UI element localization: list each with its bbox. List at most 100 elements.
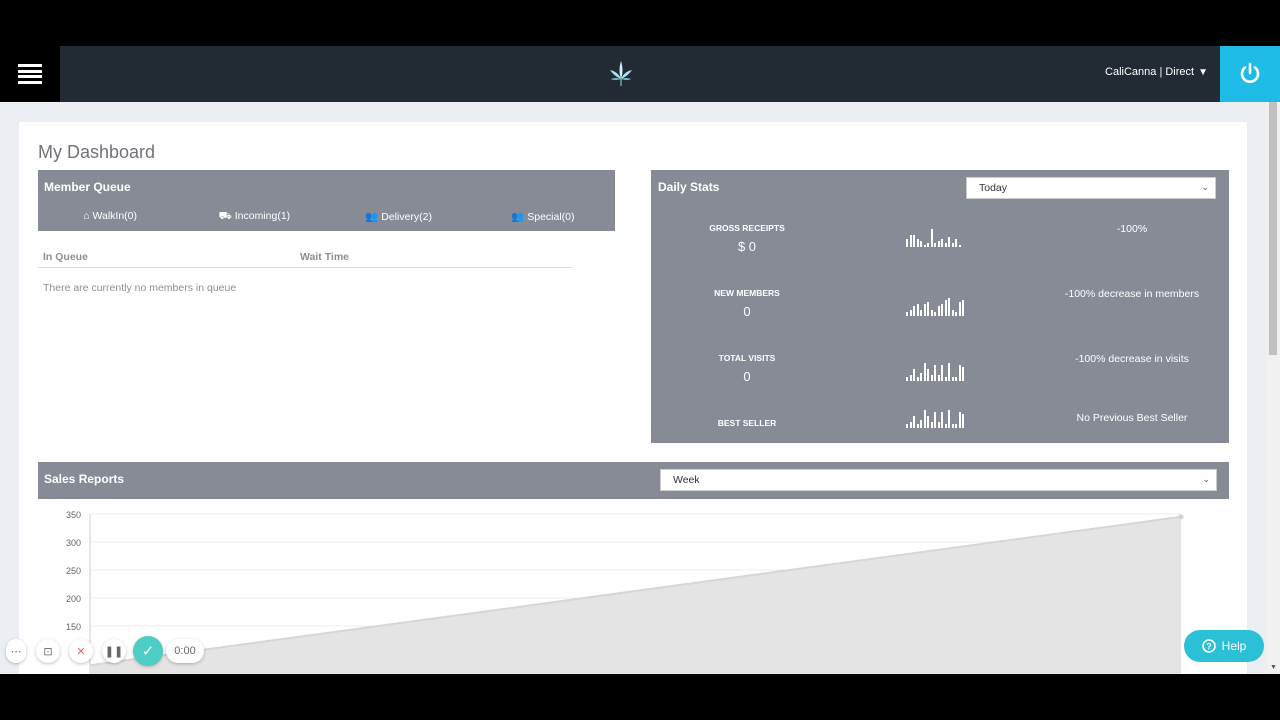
account-label: CaliCanna | Direct [1105, 66, 1195, 78]
sparkline-bar [955, 312, 957, 316]
sales-reports-period-select[interactable]: Week ⌄ [660, 469, 1217, 491]
sparkline-bar [906, 312, 908, 316]
sparkline [906, 408, 974, 428]
page-title: My Dashboard [38, 142, 156, 162]
question-circle-icon: ? [1201, 639, 1216, 653]
scroll-down-arrow-icon[interactable]: ▼ [1270, 664, 1277, 671]
sparkline-bar [934, 312, 936, 316]
sparkline-bar [906, 424, 908, 428]
y-tick-label: 200 [66, 594, 81, 604]
sparkline-bar [951, 310, 954, 316]
home-icon: ⌂ [83, 210, 90, 222]
sparkline-bar [951, 424, 954, 428]
app-viewport: CaliCanna | Direct ▼ My Dashboard Member… [0, 46, 1280, 674]
menu-toggle-button[interactable] [0, 46, 60, 102]
sparkline-bar [923, 363, 926, 381]
sparkline-bar [944, 243, 947, 247]
y-tick-label: 150 [66, 622, 81, 632]
tab-label: Special(0) [527, 211, 575, 223]
sparkline-bar [958, 245, 961, 247]
tab-label: WalkIn(0) [92, 210, 138, 222]
recorder-pause-button[interactable]: ❚❚ [102, 639, 126, 663]
recorder-camera-button[interactable]: ⊡ [36, 639, 60, 663]
sparkline-bar [930, 229, 933, 247]
stat-value: 0 [743, 369, 751, 384]
sparkline [906, 227, 974, 247]
sparkline-bar [944, 424, 947, 428]
stat-note: -100% decrease in visits [1075, 353, 1189, 365]
stat-note: -100% [1116, 223, 1148, 235]
sparkline-bar [955, 377, 957, 381]
sparkline-bar [934, 412, 936, 428]
column-header-in-queue: In Queue [43, 251, 88, 263]
account-dropdown[interactable]: CaliCanna | Direct ▼ [1105, 66, 1208, 78]
sales-reports-period-value: Week [673, 474, 700, 486]
cart-icon: ⛟ [218, 210, 232, 222]
vertical-scrollbar[interactable]: ▼ [1266, 102, 1280, 674]
member-queue-title: Member Queue [44, 180, 131, 194]
stat-label: GROSS RECEIPTS [709, 223, 785, 233]
recorder-finish-button[interactable]: ✓ [133, 636, 163, 666]
sparkline-bar [951, 243, 954, 247]
daily-stats-panel: Daily Stats Today ⌄ GROSS RECEIPTS $ 0 -… [651, 170, 1229, 443]
sparkline-bar [930, 422, 933, 428]
recorder-more-button[interactable]: ⋯ [6, 639, 26, 663]
help-label: Help [1221, 639, 1247, 653]
sparkline-bar [948, 363, 950, 381]
sparkline-bar [927, 416, 929, 428]
tab-incoming[interactable]: ⛟ Incoming(1) [182, 210, 326, 224]
daily-stats-title: Daily Stats [658, 180, 720, 194]
tab-special[interactable]: 👥 Special(0) [471, 210, 615, 224]
sparkline-bar [941, 412, 943, 428]
sparkline-bar [913, 306, 915, 316]
sparkline-bar [909, 422, 912, 428]
hamburger-icon [18, 64, 42, 84]
check-icon: ✓ [141, 643, 155, 660]
queue-tabs: ⌂ WalkIn(0) ⛟ Incoming(1) 👥 Delivery(2) … [38, 210, 615, 235]
sales-point[interactable] [1178, 514, 1184, 520]
logout-button[interactable] [1220, 46, 1280, 102]
chevron-down-icon: ⌄ [1201, 182, 1209, 192]
sparkline-bar [948, 237, 950, 247]
sales-reports-title: Sales Reports [44, 472, 125, 486]
sparkline-bar [955, 424, 957, 428]
tab-delivery[interactable]: 👥 Delivery(2) [327, 210, 471, 224]
scrollbar-thumb[interactable] [1269, 102, 1277, 355]
sparkline-bar [923, 304, 926, 316]
sparkline-bar [958, 365, 961, 381]
sparkline-bar [916, 239, 919, 247]
sparkline-bar [909, 235, 912, 247]
queue-table-header: In Queue Wait Time [38, 248, 572, 268]
stat-note: No Previous Best Seller [1076, 412, 1188, 424]
stat-label: BEST SELLER [717, 418, 777, 428]
sparkline-bar [930, 310, 933, 316]
sparkline-bar [927, 302, 929, 316]
tab-label: Incoming(1) [234, 210, 291, 222]
camera-icon: ⊡ [43, 645, 53, 658]
queue-table: In Queue Wait Time [38, 248, 572, 268]
daily-stats-period-select[interactable]: Today ⌄ [966, 177, 1216, 199]
sparkline [906, 296, 974, 316]
svg-text:?: ? [1206, 642, 1212, 652]
sparkline-bar [937, 241, 940, 247]
sparkline-bar [913, 416, 915, 428]
sparkline-bar [923, 245, 926, 247]
users-icon: 👥 [511, 211, 525, 223]
sparkline-bar [962, 300, 964, 316]
sparkline-bar [920, 310, 922, 316]
sparkline-bar [934, 365, 936, 381]
sparkline-bar [920, 373, 922, 381]
stat-label: NEW MEMBERS [714, 288, 780, 298]
y-tick-label: 250 [66, 566, 81, 576]
sparkline-bar [958, 412, 961, 428]
sparkline-bar [941, 304, 943, 316]
recorder-cancel-button[interactable]: ✕ [69, 639, 93, 663]
sales-chart: 350 300 250 200 150 [66, 510, 1184, 674]
sparkline-bar [958, 302, 961, 316]
stat-row-new-members: NEW MEMBERS 0 -100% decrease in members [651, 288, 1229, 348]
tab-walkin[interactable]: ⌂ WalkIn(0) [38, 210, 182, 235]
help-button[interactable]: ? Help [1184, 630, 1264, 662]
sparkline-bar [927, 369, 929, 381]
sparkline-bar [944, 300, 947, 316]
y-tick-label: 300 [66, 538, 81, 548]
